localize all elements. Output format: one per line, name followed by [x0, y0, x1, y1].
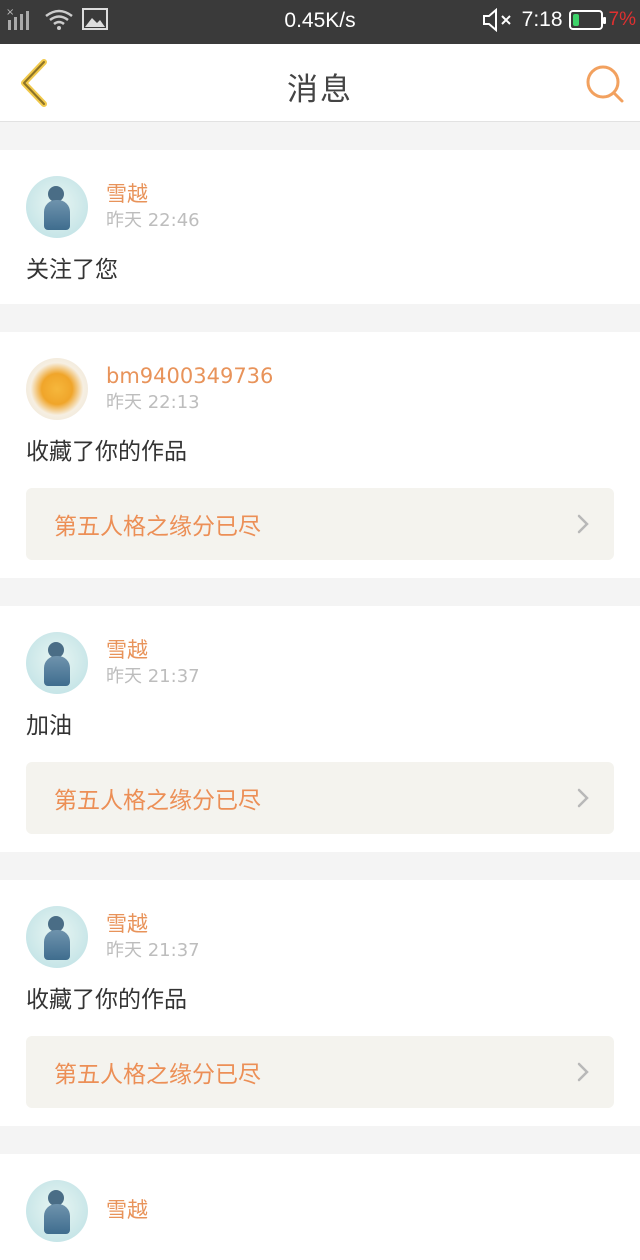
avatar[interactable]: [26, 1180, 88, 1242]
battery-level: [572, 14, 579, 26]
avatar[interactable]: [26, 906, 88, 968]
mute-icon: [482, 8, 511, 32]
message-card[interactable]: bm9400349736 昨天 22:13 收藏了你的作品 第五人格之缘分已尽: [0, 332, 640, 578]
message-list: 雪越 昨天 22:46 关注了您 bm9400349736 昨天 22:13 收…: [0, 122, 640, 1260]
message-text: 加油: [26, 713, 72, 739]
sender-name[interactable]: 雪越: [106, 637, 200, 663]
sender-name[interactable]: 雪越: [106, 1197, 148, 1223]
page-title: 消息: [287, 72, 353, 108]
message-time: 昨天 22:13: [106, 392, 200, 413]
avatar[interactable]: [26, 358, 88, 420]
status-bar: × 0.45K/s 7:18 7%: [0, 0, 640, 44]
app-bar: 消息: [0, 44, 640, 122]
battery-percentage: 7%: [608, 9, 636, 30]
message-text: 收藏了你的作品: [26, 439, 187, 465]
battery-icon: [568, 10, 606, 30]
message-time: 昨天 22:46: [106, 210, 200, 231]
work-link[interactable]: 第五人格之缘分已尽: [26, 1036, 614, 1108]
message-card[interactable]: 雪越 昨天 21:37 收藏了你的作品 第五人格之缘分已尽: [0, 880, 640, 1126]
avatar[interactable]: [26, 176, 88, 238]
clock: 7:18: [521, 8, 563, 31]
work-title: 第五人格之缘分已尽: [54, 788, 261, 814]
sender-name[interactable]: 雪越: [106, 181, 200, 207]
message-text: 收藏了你的作品: [26, 987, 187, 1013]
search-button[interactable]: [584, 63, 626, 105]
chevron-right-icon: [577, 1062, 589, 1082]
chevron-right-icon: [577, 514, 589, 534]
message-time: 昨天 21:37: [106, 940, 200, 961]
work-link[interactable]: 第五人格之缘分已尽: [26, 488, 614, 560]
work-title: 第五人格之缘分已尽: [54, 1062, 261, 1088]
status-right: 7:18 7%: [482, 8, 636, 32]
avatar[interactable]: [26, 632, 88, 694]
message-text: 关注了您: [26, 257, 118, 283]
sender-name[interactable]: 雪越: [106, 911, 200, 937]
work-title: 第五人格之缘分已尽: [54, 514, 261, 540]
chevron-right-icon: [577, 788, 589, 808]
sender-name[interactable]: bm9400349736: [106, 363, 273, 389]
message-card[interactable]: 雪越 昨天 21:37 加油 第五人格之缘分已尽: [0, 606, 640, 852]
message-card[interactable]: 雪越 昨天 22:46 关注了您: [0, 150, 640, 304]
work-link[interactable]: 第五人格之缘分已尽: [26, 762, 614, 834]
message-card[interactable]: 雪越: [0, 1154, 640, 1260]
message-time: 昨天 21:37: [106, 666, 200, 687]
